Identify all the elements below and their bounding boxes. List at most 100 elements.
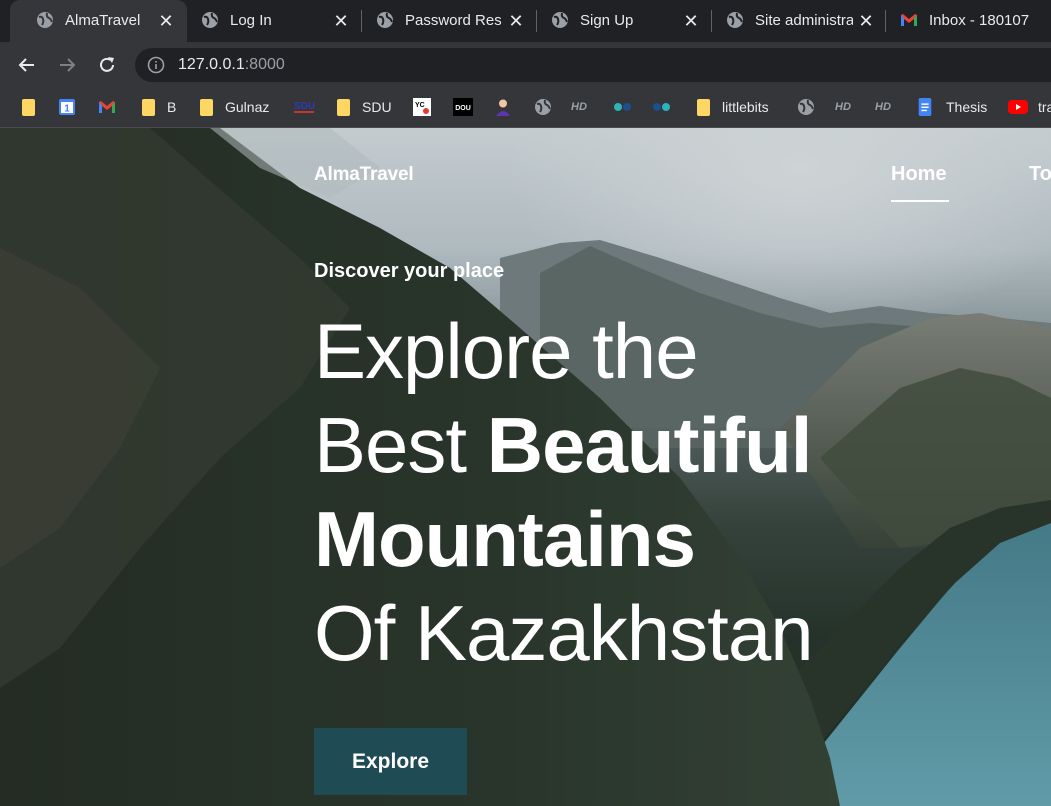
address-bar[interactable]: 127.0.0.1:8000 [135,48,1051,82]
bookmarks-bar: 1 B Gulnaz SDU SDU YC DOU HD littlebits … [0,88,1051,128]
bookmark-calendar[interactable]: 1 [58,96,76,118]
headline-line-2: Best Beautiful [314,398,813,492]
forward-arrow-icon [60,58,76,72]
bookmark-sdu-logo[interactable]: SDU [292,96,316,118]
headline-line-2-regular: Best [314,401,487,489]
nav-home-link[interactable]: Home [891,163,947,186]
globe-icon [377,12,393,28]
gmail-icon [901,14,917,26]
folder-icon [337,98,350,116]
tab-title: AlmaTravel [65,12,141,29]
bookmark-hd[interactable]: HD [571,96,593,118]
svg-text:1: 1 [64,104,70,115]
tab-password-reset[interactable]: Password Reset ✕ [362,0,535,42]
folder-icon [142,98,155,116]
globe-icon [727,12,743,28]
back-button[interactable] [12,50,42,80]
bookmark-b[interactable]: B [140,96,176,118]
hd-icon: HD [875,101,891,113]
hero-headline: Explore the Best Beautiful Mountains Of … [314,304,814,680]
tab-strip: AlmaTravel ✕ Log In ✕ Password Reset ✕ S… [0,0,1051,42]
headline-line-3-bold: Mountains [314,495,696,583]
bookmark-gmail[interactable] [98,96,116,118]
svg-text:DOU: DOU [455,105,471,112]
dots-icon [614,103,631,111]
site-logo[interactable]: AlmaTravel [314,164,414,186]
tab-signup[interactable]: Sign Up ✕ [537,0,710,42]
bookmark-label: littlebits [722,99,769,115]
bookmark-globe[interactable] [534,96,552,118]
folder-icon [200,98,213,116]
close-icon[interactable]: ✕ [506,11,526,31]
reload-button[interactable] [92,50,122,80]
hd-icon: HD [835,101,851,113]
close-icon[interactable]: ✕ [681,11,701,31]
tab-site-administration[interactable]: Site administration ✕ [712,0,884,42]
folder-icon [22,98,35,116]
calendar-icon: 1 [59,99,75,115]
bookmark-globe-2[interactable] [797,96,815,118]
nav-next-link[interactable]: To [1029,163,1051,186]
globe-icon [552,12,568,28]
hero-tagline: Discover your place [314,260,505,282]
headline-line-4: Of Kazakhstan [314,589,814,677]
hero-section: AlmaTravel Home To Discover your place E… [0,128,1051,806]
tab-login[interactable]: Log In ✕ [185,0,360,42]
headline-line-3: Mountains [314,492,813,586]
bookmark-folder[interactable] [20,96,35,118]
bookmark-littlebits[interactable]: littlebits [695,96,769,118]
close-icon[interactable]: ✕ [331,11,351,31]
bookmark-label: B [167,99,177,115]
headline-line-1: Explore the [314,307,699,395]
globe-icon [535,99,551,115]
tab-title: Inbox - 180107 [929,12,1030,29]
url-text[interactable]: 127.0.0.1:8000 [178,55,285,75]
bookmark-hd-3[interactable]: HD [875,96,897,118]
tab-inbox[interactable]: Inbox - 180107 [886,0,1051,42]
bookmark-label: Gulnaz [225,99,270,115]
avatar-icon [496,99,510,116]
bookmark-label: Thesis [946,99,988,115]
close-icon[interactable]: ✕ [856,11,876,31]
sdu-logo-icon: SDU [294,101,315,113]
info-icon[interactable] [147,56,165,74]
tab-title: Site administration [755,12,853,29]
globe-icon [37,12,53,28]
bookmark-sdu[interactable]: SDU [335,96,392,118]
forward-button[interactable] [52,50,82,80]
yc-icon: YC [413,98,431,116]
bookmark-label: tra [1038,99,1051,115]
reload-icon [100,57,114,72]
globe-icon [202,12,218,28]
dots-icon [653,103,670,111]
gmail-icon [99,101,115,113]
folder-icon [697,98,710,116]
youtube-icon [1008,100,1028,114]
docs-icon [918,98,932,116]
bookmark-avatar[interactable] [494,96,512,118]
bookmark-thesis[interactable]: Thesis [917,96,987,118]
bookmark-hd-2[interactable]: HD [835,96,857,118]
tab-title: Password Reset [405,12,501,29]
bookmark-dou[interactable]: DOU [453,96,473,118]
svg-text:SDU: SDU [294,101,315,112]
back-arrow-icon [18,58,34,72]
tab-title: Log In [230,12,272,29]
bookmark-youtube[interactable]: tra [1008,96,1051,118]
bookmark-dots-2[interactable] [651,96,673,118]
explore-button[interactable]: Explore [314,728,467,795]
bookmark-label: SDU [362,99,392,115]
bookmark-yc[interactable]: YC [413,96,431,118]
globe-icon [798,99,814,115]
nav-active-underline [891,200,949,202]
url-port: :8000 [244,56,285,73]
hd-icon: HD [571,101,587,113]
url-host: 127.0.0.1 [178,56,245,73]
bookmark-dots-1[interactable] [612,96,634,118]
bookmark-gulnaz[interactable]: Gulnaz [198,96,269,118]
svg-text:YC: YC [415,102,425,109]
headline-line-2-bold: Beautiful [486,401,813,489]
close-icon[interactable]: ✕ [156,11,176,31]
tab-almatravel[interactable]: AlmaTravel ✕ [10,0,187,42]
tab-title: Sign Up [580,12,634,29]
